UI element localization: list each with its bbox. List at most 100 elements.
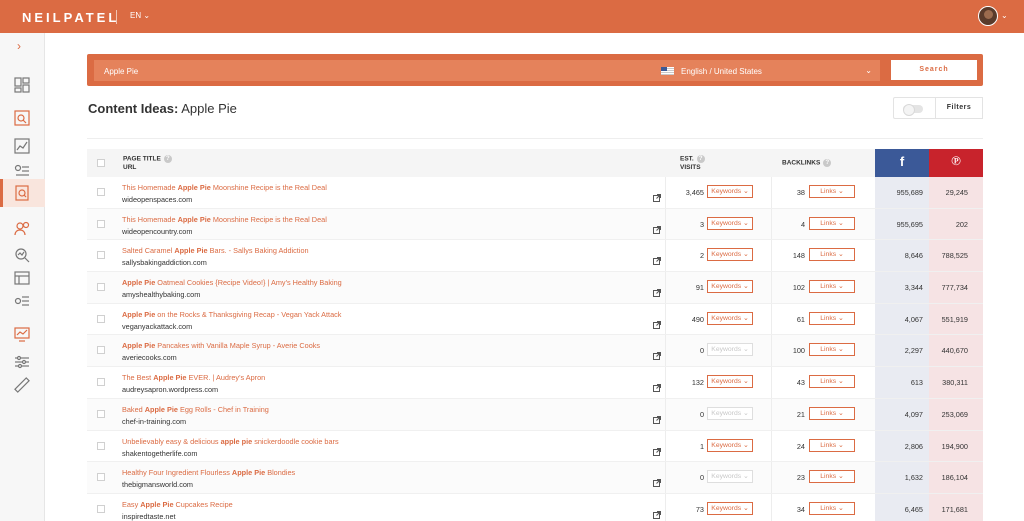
select-all-checkbox[interactable] [97, 159, 105, 167]
external-link-icon[interactable] [653, 506, 661, 519]
row-checkbox[interactable] [97, 219, 105, 228]
row-checkbox[interactable] [97, 188, 105, 196]
external-link-icon[interactable] [653, 347, 661, 361]
page-title-link[interactable]: Healthy Four Ingredient Flourless Apple … [122, 468, 295, 477]
page-title-link[interactable]: Baked Apple Pie Egg Rolls - Chef in Trai… [122, 405, 269, 414]
keywords-dropdown[interactable]: Keywords ⌄ [707, 248, 753, 262]
page-url: shakentogetherlife.com [122, 448, 198, 458]
links-dropdown[interactable]: Links ⌄ [809, 248, 855, 262]
external-link-icon[interactable] [653, 221, 661, 234]
links-dropdown[interactable]: Links ⌄ [809, 343, 855, 357]
avatar[interactable] [978, 6, 998, 26]
settings-list-icon[interactable] [13, 353, 31, 371]
row-checkbox[interactable] [97, 378, 105, 387]
content-ideas-icon[interactable] [13, 184, 31, 202]
site-audit-icon[interactable] [13, 109, 31, 127]
column-divider [771, 430, 772, 462]
external-link-icon[interactable] [653, 189, 661, 202]
page-title-link[interactable]: This Homemade Apple Pie Moonshine Recipe… [122, 215, 327, 224]
row-checkbox[interactable] [97, 473, 105, 482]
keywords-dropdown[interactable]: Keywords ⌄ [707, 280, 753, 294]
links-label: Links [820, 409, 837, 417]
column-divider [771, 398, 772, 430]
row-checkbox[interactable] [97, 346, 105, 355]
page-title-link[interactable]: Apple Pie Oatmeal Cookies {Recipe Video!… [122, 278, 342, 287]
backlinks-icon[interactable] [13, 292, 31, 310]
language-switcher[interactable]: EN ⌄ [130, 11, 150, 20]
external-link-icon[interactable] [653, 411, 661, 424]
traffic-analyzer-icon[interactable] [13, 246, 31, 264]
rank-tracking-icon[interactable] [13, 137, 31, 155]
backlinks-value: 24 [796, 441, 805, 451]
pinterest-column-header[interactable]: ℗ [929, 149, 983, 177]
row-checkbox[interactable] [97, 441, 105, 450]
help-icon[interactable]: ? [163, 155, 172, 163]
logo[interactable]: NEILPATEL [22, 10, 119, 25]
external-link-icon[interactable] [653, 474, 661, 488]
facebook-shares-value: 613 [875, 367, 929, 398]
page-title-link[interactable]: Salted Caramel Apple Pie Bars. - Sallys … [122, 246, 309, 255]
links-dropdown[interactable]: Links ⌄ [809, 216, 855, 230]
ruler-icon[interactable] [13, 376, 31, 394]
chevron-down-icon[interactable]: ⌄ [1001, 11, 1008, 20]
links-dropdown[interactable]: Links ⌄ [809, 185, 855, 198]
title-keyword: apple pie [220, 436, 253, 446]
keywords-label: Keywords [711, 409, 742, 417]
help-icon[interactable]: ? [696, 155, 705, 163]
external-link-icon[interactable] [653, 316, 661, 329]
facebook-shares-value: 3,344 [875, 272, 929, 303]
keywords-dropdown[interactable]: Keywords ⌄ [707, 185, 753, 198]
title-keyword: Apple Pie [177, 183, 211, 192]
row-checkbox[interactable] [97, 314, 105, 323]
links-dropdown[interactable]: Links ⌄ [809, 470, 855, 484]
page-title-link[interactable]: This Homemade Apple Pie Moonshine Recipe… [122, 183, 327, 192]
keywords-dropdown[interactable]: Keywords ⌄ [707, 216, 753, 230]
row-checkbox[interactable] [97, 283, 105, 292]
external-link-icon[interactable] [653, 252, 661, 266]
top-pages-icon[interactable] [13, 269, 31, 287]
external-link-icon[interactable] [653, 379, 661, 393]
links-dropdown[interactable]: Links ⌄ [809, 438, 855, 452]
table-row: Easy Apple Pie Cupcakes Recipe inspiredt… [87, 493, 983, 521]
page-title-link[interactable]: The Best Apple Pie EVER. | Audrey's Apro… [122, 373, 265, 382]
links-dropdown[interactable]: Links ⌄ [809, 406, 855, 420]
table-header: PAGE TITLE? URL EST.? VISITS BACKLINKS? … [87, 149, 983, 177]
links-dropdown[interactable]: Links ⌄ [809, 280, 855, 294]
dashboard-icon[interactable] [13, 76, 31, 94]
external-link-icon[interactable] [653, 443, 661, 456]
row-checkbox[interactable] [97, 251, 105, 260]
visits-header: VISITS [680, 163, 701, 171]
facebook-column-header[interactable]: f [875, 149, 929, 177]
keywords-label: Keywords [711, 251, 742, 259]
chevron-down-icon: ⌄ [743, 314, 749, 322]
title-text: Easy [122, 499, 141, 509]
filters-button[interactable]: Filters [935, 97, 983, 119]
links-dropdown[interactable]: Links ⌄ [809, 375, 855, 389]
page-title-link[interactable]: Unbelievably easy & delicious apple pie … [122, 437, 339, 446]
expand-sidebar-icon[interactable]: › [17, 39, 21, 53]
page-title-link[interactable]: Apple Pie on the Rocks & Thanksgiving Re… [122, 310, 341, 319]
help-icon[interactable]: ? [823, 159, 832, 167]
backlinks-value: 100 [792, 346, 805, 356]
links-dropdown[interactable]: Links ⌄ [809, 311, 855, 325]
page-title-link[interactable]: Easy Apple Pie Cupcakes Recipe [122, 500, 233, 509]
links-dropdown[interactable]: Links ⌄ [809, 501, 855, 515]
keywords-dropdown[interactable]: Keywords ⌄ [707, 375, 753, 389]
row-checkbox[interactable] [97, 409, 105, 418]
search-panel: Apple Pie English / United States ⌄ Sear… [87, 54, 983, 86]
search-input[interactable]: Apple Pie [94, 60, 737, 81]
external-link-icon[interactable] [653, 284, 661, 298]
keywords-dropdown[interactable]: Keywords ⌄ [707, 438, 753, 452]
language-location-select[interactable]: English / United States ⌄ [651, 60, 880, 81]
row-checkbox[interactable] [97, 504, 105, 513]
facebook-shares-value: 6,465 [875, 493, 929, 521]
view-toggle[interactable] [893, 97, 935, 119]
analytics-icon[interactable] [13, 325, 31, 343]
keyword-ideas-icon[interactable] [13, 162, 31, 180]
page-title-link[interactable]: Apple Pie Pancakes with Vanilla Maple Sy… [122, 341, 320, 350]
keywords-dropdown[interactable]: Keywords ⌄ [707, 501, 753, 515]
backlinks-value: 61 [796, 314, 805, 324]
search-button[interactable]: Search [891, 60, 977, 80]
keywords-dropdown[interactable]: Keywords ⌄ [707, 311, 753, 325]
competitors-icon[interactable] [13, 219, 31, 237]
